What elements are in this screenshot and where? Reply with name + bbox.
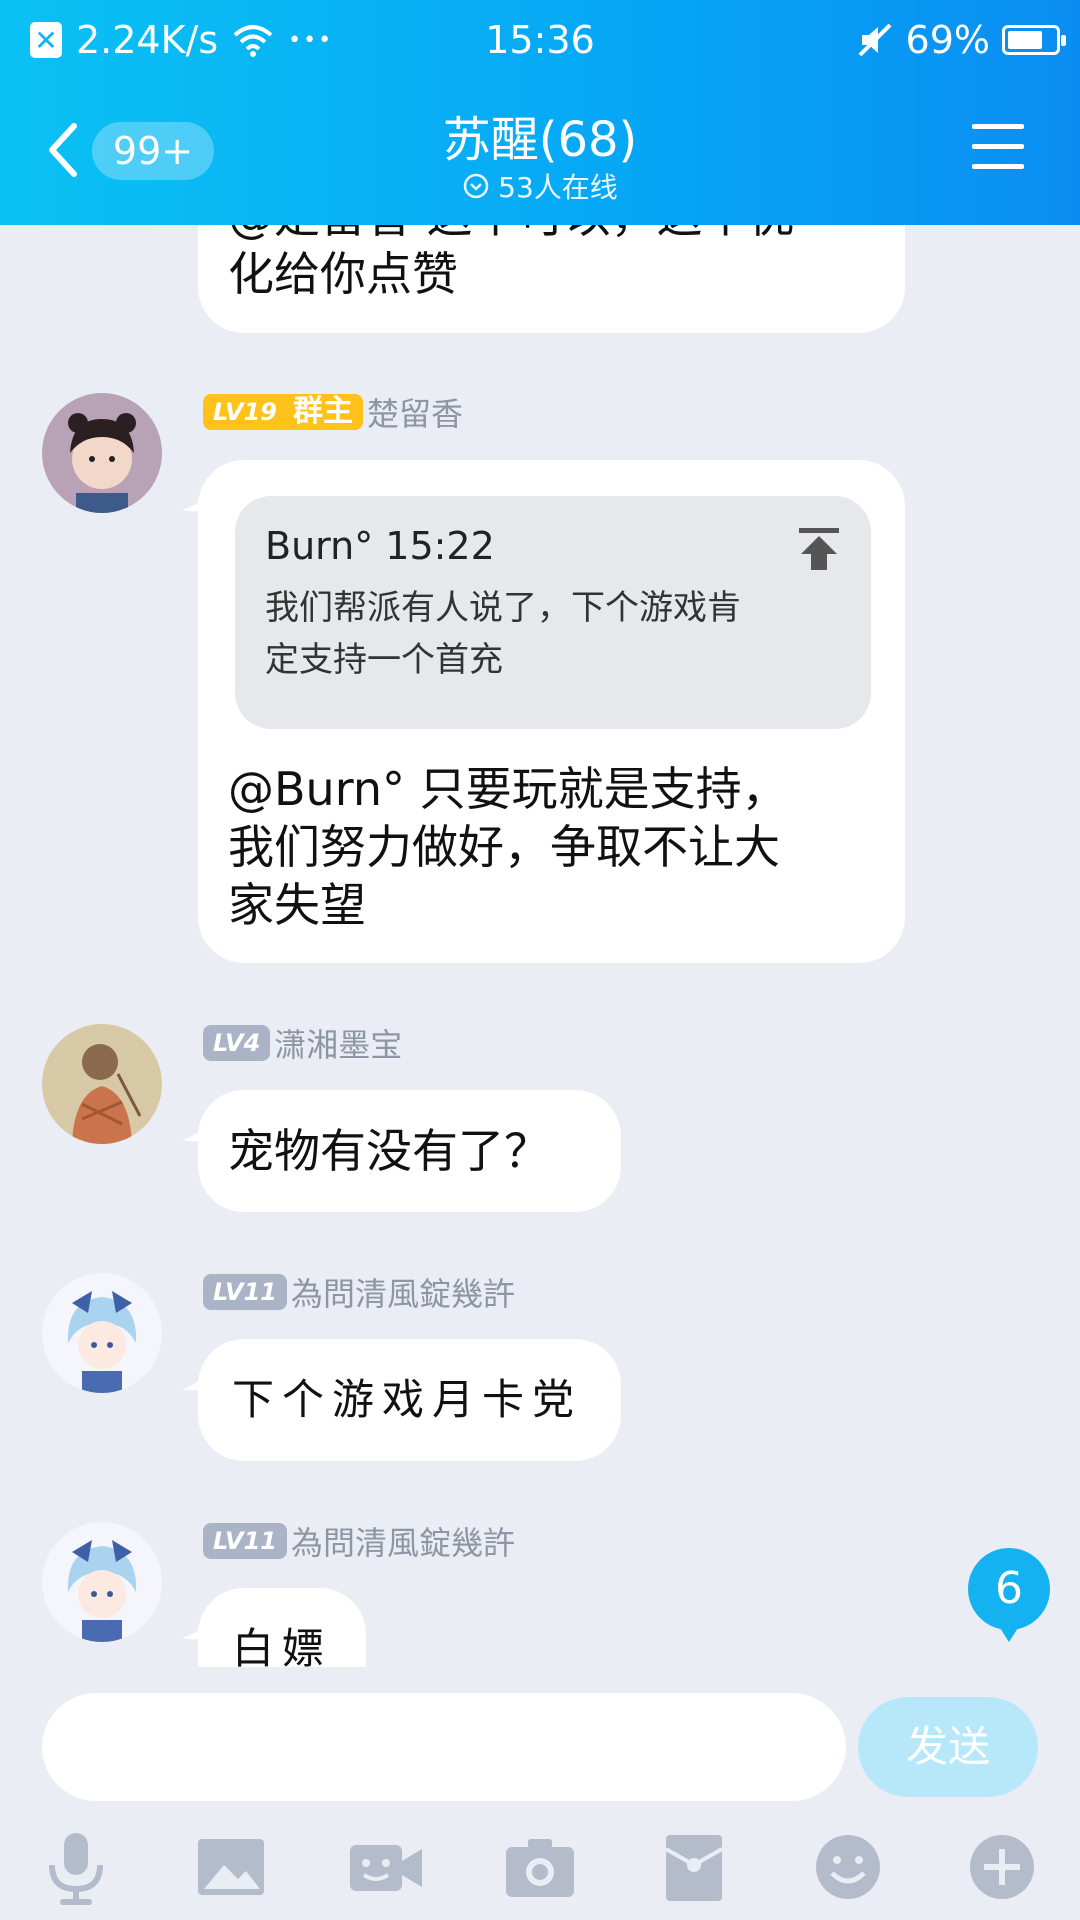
- sender-name[interactable]: 為問清風錠幾許: [291, 1269, 515, 1315]
- avatar[interactable]: [42, 1273, 162, 1393]
- group-title[interactable]: 苏醒(68): [0, 100, 1080, 170]
- emoji-icon[interactable]: [808, 1827, 888, 1907]
- sender-name[interactable]: 為問清風錠幾許: [291, 1518, 515, 1564]
- video-call-icon[interactable]: [346, 1827, 426, 1907]
- sender-line: LV4 潇湘墨宝: [203, 1024, 402, 1064]
- battery-percent: 69%: [905, 18, 990, 62]
- quote-text-line: 我们帮派有人说了，下个游戏肯: [265, 588, 741, 628]
- sender-line: LV19 群主 楚留香: [203, 393, 463, 433]
- red-packet-icon[interactable]: [654, 1827, 734, 1907]
- sender-line: LV11 為問清風錠幾許: [203, 1522, 515, 1562]
- chat-header: ✕ 2.24K/s ••• 15:36 69% 99+ 苏醒(68) 53人在线: [0, 0, 1080, 225]
- owner-badge: 群主: [286, 394, 363, 430]
- mute-icon: [858, 23, 891, 57]
- online-count[interactable]: 53人在线: [0, 166, 1080, 206]
- quoted-message[interactable]: Burn° 15:22 我们帮派有人说了，下个游戏肯 定支持一个首充: [235, 496, 871, 729]
- message-text-line: 我们努力做好，争取不让大: [228, 820, 780, 874]
- camera-icon[interactable]: [500, 1827, 580, 1907]
- input-toolbar: [0, 1827, 1080, 1907]
- bubble-tail: [182, 1122, 212, 1142]
- level-badge: LV11: [203, 1523, 287, 1559]
- message-text: 下个游戏月卡党: [232, 1375, 583, 1424]
- chat-list[interactable]: @是留香 这个可以，这个优 化给你点赞 LV19 群主 楚留香 @Burn° 只…: [0, 225, 1080, 1667]
- avatar[interactable]: [42, 393, 162, 513]
- quote-text-line: 定支持一个首充: [265, 640, 503, 680]
- sender-name[interactable]: 楚留香: [367, 389, 463, 435]
- level-badge: LV11: [203, 1274, 287, 1310]
- message-bubble[interactable]: 下个游戏月卡党: [182, 1339, 621, 1461]
- message-text-line: @是留香 这个可以，这个优: [228, 225, 875, 245]
- message-text: 宠物有没有了？: [228, 1124, 550, 1178]
- online-count-label: 53人在线: [498, 171, 618, 204]
- message-bubble[interactable]: @是留香 这个可以，这个优 化给你点赞: [198, 225, 905, 333]
- new-message-count-bubble[interactable]: 6: [968, 1548, 1050, 1642]
- avatar[interactable]: [42, 1024, 162, 1144]
- status-bar: ✕ 2.24K/s ••• 15:36 69%: [0, 14, 1080, 66]
- bubble-tail: [182, 1620, 212, 1640]
- avatar[interactable]: [42, 1522, 162, 1642]
- message-input[interactable]: [42, 1693, 846, 1801]
- sender-name[interactable]: 潇湘墨宝: [274, 1020, 402, 1066]
- chevron-down-circle-icon: [463, 173, 489, 199]
- level-badge: LV19: [203, 394, 287, 430]
- message-text: 白嫖: [232, 1624, 333, 1667]
- bubble-tail: [182, 492, 212, 512]
- quote-header: Burn° 15:22: [265, 524, 495, 568]
- message-bubble[interactable]: 白嫖: [182, 1588, 366, 1667]
- image-icon[interactable]: [190, 1827, 270, 1907]
- message-text-line: 化给你点赞: [228, 247, 458, 301]
- message-text-line: 家失望: [228, 878, 366, 932]
- jump-to-top-icon[interactable]: [797, 526, 841, 572]
- level-badge: LV4: [203, 1025, 271, 1061]
- composer-bar: 发送: [0, 1667, 1080, 1920]
- microphone-icon[interactable]: [36, 1827, 116, 1907]
- sender-line: LV11 為問清風錠幾許: [203, 1273, 515, 1313]
- bubble-tail: [182, 1371, 212, 1391]
- battery-icon: [1002, 25, 1066, 55]
- message-bubble[interactable]: 宠物有没有了？: [182, 1090, 621, 1212]
- message-text-line: @Burn° 只要玩就是支持，: [228, 762, 788, 816]
- send-button[interactable]: 发送: [858, 1697, 1038, 1797]
- menu-icon[interactable]: [972, 124, 1024, 170]
- plus-icon[interactable]: [962, 1827, 1042, 1907]
